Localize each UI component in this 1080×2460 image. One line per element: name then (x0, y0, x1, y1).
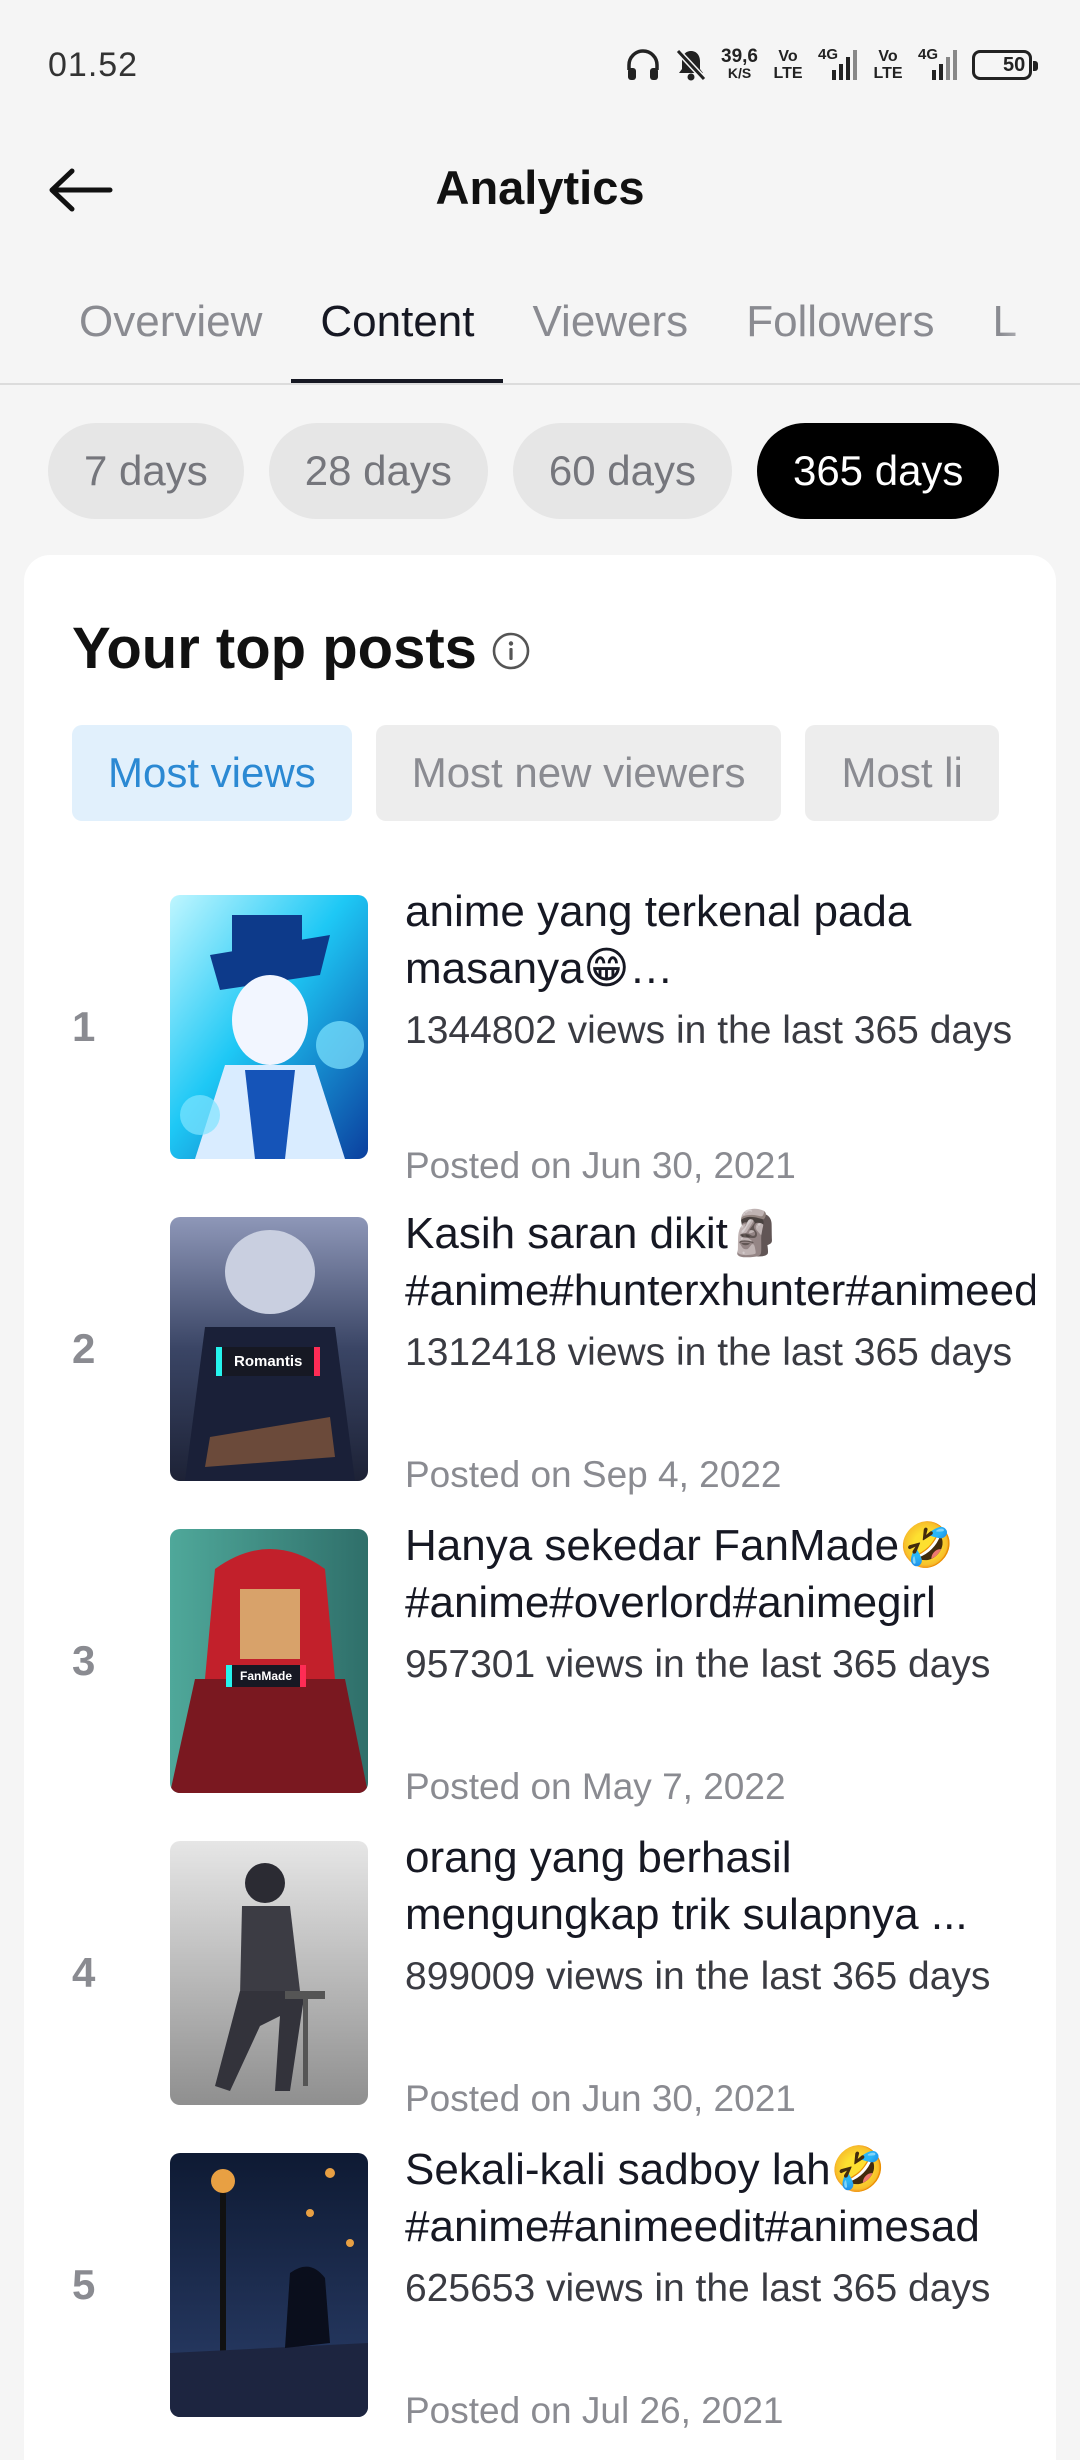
tab-viewers[interactable]: Viewers (503, 265, 717, 383)
top-posts-card: Your top posts Most views Most new viewe… (24, 555, 1056, 2460)
post-views: 625653 views in the last 365 days (405, 2267, 991, 2310)
thumbnail-image (170, 895, 368, 1159)
sim1-volte: Vo LTE (773, 48, 803, 82)
overlay-label: FanMade (226, 1665, 307, 1687)
post-caption: Hanya sekedar FanMade🤣 #anime#overlord#a… (405, 1521, 954, 1627)
post-views: 1344802 views in the last 365 days (405, 1009, 1013, 1052)
post-text: Hanya sekedar FanMade🤣 #anime#overlord#a… (405, 1517, 1035, 1807)
sort-options: Most views Most new viewers Most li (72, 725, 1032, 821)
period-selector: 7 days 28 days 60 days 365 days (48, 423, 1000, 519)
post-date: Posted on Jun 30, 2021 (405, 2078, 796, 2119)
sort-most-likes[interactable]: Most li (805, 725, 999, 821)
post-caption: Sekali-kali sadboy lah🤣 #anime#animeedit… (405, 2145, 980, 2251)
tab-content[interactable]: Content (291, 265, 504, 383)
status-icons: 39,6 K/S Vo LTE 4G Vo LTE 4G 50 (625, 46, 1038, 82)
post-rank: 1 (72, 1003, 96, 1050)
list-item[interactable]: 4 orang yang berhasil mengungkap trik su… (72, 1833, 1032, 2119)
post-date: Posted on Jul 26, 2021 (405, 2390, 784, 2431)
net-speed-value: 39,6 (721, 46, 758, 67)
sim2-signal: 4G (918, 46, 958, 82)
overlay-label: Romantis (216, 1347, 321, 1376)
post-date: Posted on May 7, 2022 (405, 1766, 786, 1807)
post-text: anime yang terkenal pada masanya😁#kaitok… (405, 883, 1035, 1186)
status-bar: 01.52 39,6 K/S Vo LTE 4G Vo LTE 4G 50 (0, 0, 1080, 130)
post-thumbnail[interactable]: FanMade (170, 1529, 368, 1793)
top-posts-title: Your top posts (72, 616, 477, 681)
post-rank: 5 (72, 2261, 96, 2308)
page-title: Analytics (435, 161, 645, 214)
tabs-fade-edge (1000, 265, 1080, 383)
post-text: Sekali-kali sadboy lah🤣 #anime#animeedit… (405, 2141, 1035, 2431)
list-item[interactable]: 2 Romantis Kasih saran dikit🗿 #anime#hun… (72, 1209, 1035, 1495)
post-views: 899009 views in the last 365 days (405, 1955, 991, 1998)
post-rank: 3 (72, 1637, 96, 1684)
sort-most-views[interactable]: Most views (72, 725, 352, 821)
net-speed: 39,6 K/S (721, 46, 758, 82)
post-caption: orang yang berhasil mengungkap trik sula… (405, 1833, 968, 1939)
sim2-network: 4G (918, 46, 939, 63)
sim1-network: 4G (818, 46, 839, 63)
sim2-volte: Vo LTE (873, 48, 903, 82)
post-thumbnail[interactable] (170, 1841, 368, 2105)
list-item[interactable]: 3 FanMade Hanya sekedar FanMade🤣 #anime#… (72, 1521, 1032, 1807)
post-text: Kasih saran dikit🗿 #anime#hunterxhunter#… (405, 1205, 1035, 1495)
sim1-signal: 4G (818, 46, 858, 82)
app-header: Analytics (0, 130, 1080, 245)
muted-bell-icon (675, 48, 707, 82)
net-speed-unit: K/S (727, 65, 752, 81)
post-date: Posted on Jun 30, 2021 (405, 1145, 796, 1186)
period-60-days[interactable]: 60 days (512, 423, 732, 519)
top-posts-heading: Your top posts (72, 615, 531, 682)
status-time: 01.52 (48, 45, 139, 84)
battery-icon: 50 (972, 50, 1038, 80)
post-thumbnail[interactable] (170, 895, 368, 1159)
info-icon[interactable] (491, 631, 531, 671)
list-item[interactable]: 1 anime yang terkenal pada masanya😁#kait… (72, 887, 1032, 1186)
post-views: 1312418 views in the last 365 days (405, 1331, 1013, 1374)
analytics-tabs: Overview Content Viewers Followers L (0, 265, 1080, 385)
post-thumbnail[interactable] (170, 2153, 368, 2417)
period-365-days[interactable]: 365 days (756, 423, 1000, 519)
thumbnail-image (170, 1841, 368, 2105)
list-item[interactable]: 5 Sekali-kali sadboy lah🤣 #anime#animeed… (72, 2145, 1032, 2431)
post-caption: anime yang terkenal pada masanya😁#kaitok… (405, 887, 912, 993)
post-rank: 4 (72, 1949, 96, 1996)
thumbnail-image (170, 1529, 368, 1793)
post-views: 957301 views in the last 365 days (405, 1643, 991, 1686)
post-thumbnail[interactable]: Romantis (170, 1217, 368, 1481)
sort-most-new-viewers[interactable]: Most new viewers (375, 725, 782, 821)
thumbnail-image (170, 2153, 368, 2417)
battery-level: 50 (1003, 53, 1026, 76)
tab-followers[interactable]: Followers (717, 265, 963, 383)
post-rank: 2 (72, 1325, 96, 1372)
period-28-days[interactable]: 28 days (268, 423, 488, 519)
post-text: orang yang berhasil mengungkap trik sula… (405, 1829, 1035, 2119)
headphones-icon (625, 48, 661, 82)
back-button[interactable] (48, 160, 118, 220)
tab-overview[interactable]: Overview (50, 265, 291, 383)
post-date: Posted on Sep 4, 2022 (405, 1454, 782, 1495)
post-caption: Kasih saran dikit🗿 #anime#hunterxhunter#… (405, 1209, 1035, 1315)
back-arrow-icon (49, 168, 113, 212)
period-7-days[interactable]: 7 days (48, 423, 244, 519)
